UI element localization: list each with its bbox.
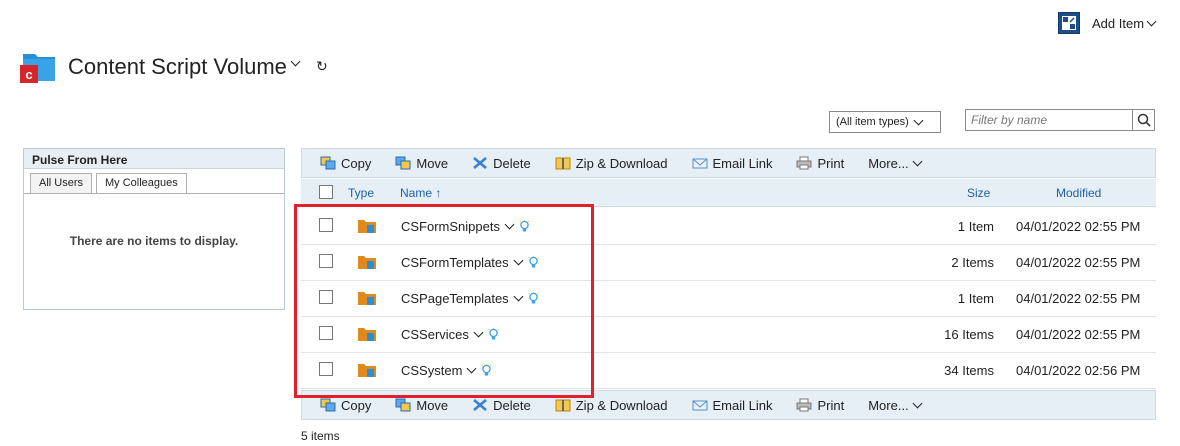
move-button[interactable]: Move — [395, 398, 448, 413]
print-button[interactable]: Print — [796, 156, 844, 171]
add-item-button[interactable]: Add Item — [1092, 14, 1157, 32]
delete-label: Delete — [493, 155, 531, 171]
copy-button[interactable]: Copy — [320, 398, 371, 413]
table-header-row: Type Name ↑ Size Modified — [301, 179, 1156, 207]
content-script-volume-icon: c — [20, 54, 55, 83]
highlight-annotation-box — [294, 204, 594, 398]
add-item-label: Add Item — [1092, 15, 1145, 31]
perspective-icon-button[interactable] — [1058, 12, 1080, 34]
row-size: 1 Item — [957, 219, 994, 234]
column-header-name[interactable]: Name ↑ — [400, 186, 441, 200]
tab-my-colleagues[interactable]: My Colleagues — [96, 173, 187, 193]
item-type-select-value: (All item types) — [836, 116, 909, 128]
item-type-select[interactable]: (All item types) — [829, 111, 941, 133]
row-modified: 04/01/2022 02:55 PM — [1016, 327, 1141, 342]
pulse-panel-title: Pulse From Here — [24, 149, 284, 169]
search-icon[interactable] — [1133, 109, 1155, 131]
chevron-down-icon — [912, 398, 923, 408]
pulse-panel: Pulse From Here All Users My Colleagues … — [23, 148, 285, 310]
more-label: More... — [868, 155, 909, 171]
delete-button[interactable]: Delete — [472, 156, 531, 171]
move-icon — [395, 156, 411, 170]
row-size: 16 Items — [944, 327, 994, 342]
row-modified: 04/01/2022 02:56 PM — [1016, 363, 1141, 378]
chevron-down-icon — [1146, 16, 1157, 26]
email-link-label: Email Link — [712, 155, 773, 171]
zip-download-button[interactable]: Zip & Download — [555, 398, 668, 413]
svg-text:c: c — [25, 67, 32, 82]
more-actions-button[interactable]: More... — [868, 397, 923, 413]
zip-download-label: Zip & Download — [575, 397, 668, 413]
email-link-button[interactable]: Email Link — [692, 155, 773, 171]
row-modified: 04/01/2022 02:55 PM — [1016, 255, 1141, 270]
zip-icon — [555, 399, 571, 412]
delete-icon — [473, 399, 487, 411]
delete-button[interactable]: Delete — [472, 398, 531, 413]
print-label: Print — [817, 397, 845, 413]
chevron-down-icon — [912, 156, 923, 166]
top-action-toolbar: Copy Move Delete Zip & Download Email Li… — [301, 148, 1156, 178]
grid-edit-icon — [1062, 16, 1076, 30]
item-count: 5 items — [301, 429, 340, 443]
more-label: More... — [868, 397, 909, 413]
email-link-label: Email Link — [712, 397, 773, 413]
copy-label: Copy — [341, 397, 372, 413]
copy-icon — [320, 156, 336, 170]
print-button[interactable]: Print — [796, 398, 844, 413]
printer-icon — [796, 156, 812, 170]
pulse-empty-message: There are no items to display. — [69, 234, 239, 248]
copy-icon — [320, 398, 336, 412]
copy-button[interactable]: Copy — [320, 156, 371, 171]
tab-all-users[interactable]: All Users — [30, 173, 93, 193]
zip-download-button[interactable]: Zip & Download — [555, 156, 668, 171]
move-label: Move — [416, 155, 449, 171]
printer-icon — [796, 398, 812, 412]
row-size: 2 Items — [951, 255, 994, 270]
delete-icon — [473, 157, 487, 169]
row-modified: 04/01/2022 02:55 PM — [1016, 219, 1141, 234]
select-all-checkbox[interactable] — [319, 185, 333, 199]
more-actions-button[interactable]: More... — [868, 155, 923, 171]
pulse-tabs: All Users My Colleagues — [24, 169, 284, 194]
row-size: 34 Items — [944, 363, 994, 378]
title-menu-chevron-icon[interactable] — [290, 56, 301, 67]
move-button[interactable]: Move — [395, 156, 448, 171]
email-icon — [692, 400, 708, 411]
filter-by-name-input[interactable]: Filter by name — [965, 109, 1133, 131]
zip-download-label: Zip & Download — [575, 155, 668, 171]
email-link-button[interactable]: Email Link — [692, 397, 773, 413]
column-header-modified[interactable]: Modified — [1056, 186, 1101, 200]
print-label: Print — [817, 155, 845, 171]
zip-icon — [555, 157, 571, 170]
refresh-icon[interactable]: ↻ — [316, 58, 328, 75]
delete-label: Delete — [493, 397, 531, 413]
email-icon — [692, 158, 708, 169]
row-size: 1 Item — [957, 291, 994, 306]
column-header-size[interactable]: Size — [967, 186, 990, 200]
row-modified: 04/01/2022 02:55 PM — [1016, 291, 1141, 306]
column-header-type[interactable]: Type — [348, 186, 374, 200]
move-icon — [395, 398, 411, 412]
copy-label: Copy — [341, 155, 372, 171]
chevron-down-icon — [913, 115, 924, 125]
page-title: Content Script Volume — [68, 54, 287, 79]
move-label: Move — [416, 397, 449, 413]
